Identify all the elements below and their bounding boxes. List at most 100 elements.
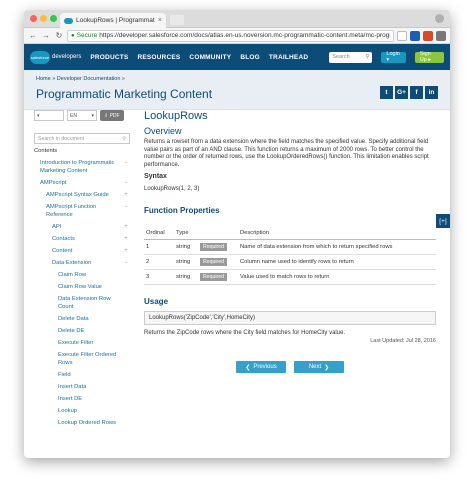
toc-item[interactable]: Delete Data bbox=[34, 315, 130, 323]
salesforce-favicon-icon bbox=[64, 17, 73, 24]
collapse-icon[interactable]: − bbox=[122, 179, 130, 187]
toc-item-label: Field bbox=[58, 372, 71, 378]
toc-item-label: Delete Data bbox=[58, 316, 89, 322]
minimize-window-button[interactable] bbox=[40, 15, 47, 22]
toc-item[interactable]: AMPscript − bbox=[34, 179, 130, 187]
chevron-down-icon: ▾ bbox=[91, 112, 94, 119]
nav-community[interactable]: COMMUNITY bbox=[189, 54, 231, 61]
expand-icon[interactable]: + bbox=[122, 247, 130, 255]
toc-spacer bbox=[122, 419, 130, 427]
table-header-row: Ordinal Type Description bbox=[144, 227, 436, 240]
new-tab-button[interactable] bbox=[170, 15, 184, 25]
nav-trailhead[interactable]: TRAILHEAD bbox=[269, 54, 308, 61]
toc-item-label: Execute Filter bbox=[58, 340, 94, 346]
twitter-icon[interactable]: t bbox=[380, 86, 393, 99]
collapse-icon[interactable]: − bbox=[122, 203, 130, 219]
url-input[interactable]: ● Secure https://developer.salesforce.co… bbox=[67, 29, 394, 42]
previous-button[interactable]: ❮ Previous bbox=[236, 361, 286, 373]
toc-item[interactable]: API + bbox=[34, 223, 130, 231]
table-row: 3 string Required Value used to match rows … bbox=[144, 269, 436, 285]
breadcrumb[interactable]: Home » Developer Documentation » bbox=[36, 76, 125, 82]
account-icon[interactable] bbox=[435, 14, 444, 23]
main-content: LookupRows Overview Returns a rowset fro… bbox=[144, 110, 436, 373]
toc-item[interactable]: Contacts + bbox=[34, 235, 130, 243]
function-properties-heading: Function Properties bbox=[144, 206, 220, 215]
overview-text: Returns a rowset from a data extension w… bbox=[144, 139, 429, 168]
toc-item-label: Lookup bbox=[58, 408, 78, 414]
toc-item[interactable]: Contents bbox=[34, 147, 130, 155]
toc-item[interactable]: Data Extension − bbox=[34, 259, 130, 267]
toc-item[interactable]: Claim Row Value bbox=[34, 283, 130, 291]
toc-spacer bbox=[122, 351, 130, 367]
toc-item[interactable]: Insert DE bbox=[34, 395, 130, 403]
toc-item[interactable]: AMPscript Syntax Guide + bbox=[34, 191, 130, 199]
forward-icon[interactable]: → bbox=[41, 31, 51, 40]
signup-button[interactable]: Sign Up ▸ bbox=[414, 51, 444, 63]
toc-item[interactable]: Insert Data bbox=[34, 383, 130, 391]
star-icon[interactable] bbox=[397, 30, 407, 41]
toc-item[interactable]: Lookup Ordered Rows bbox=[34, 419, 130, 427]
column-header: Description bbox=[238, 227, 436, 240]
toc-item[interactable]: AMPscript Function Reference − bbox=[34, 203, 130, 219]
toc-item[interactable]: Execute Filter Ordered Rows bbox=[34, 351, 130, 367]
toc-item-label: Contents bbox=[34, 148, 58, 154]
maximize-window-button[interactable] bbox=[50, 15, 57, 22]
toc-item-label: Claim Row Value bbox=[58, 284, 103, 290]
collapse-icon[interactable]: − bbox=[122, 259, 130, 267]
badge-cell: Required bbox=[198, 269, 238, 285]
nav-resources[interactable]: RESOURCES bbox=[137, 54, 180, 61]
pdf-button[interactable]: ⇩ PDF bbox=[100, 110, 124, 121]
toc-item-label: Contacts bbox=[52, 236, 75, 242]
extension-icon[interactable] bbox=[423, 30, 433, 41]
nav-products[interactable]: PRODUCTS bbox=[90, 54, 128, 61]
next-button[interactable]: Next ❯ bbox=[294, 361, 344, 373]
menu-icon[interactable] bbox=[436, 30, 446, 41]
close-window-button[interactable] bbox=[30, 15, 37, 22]
browser-tab[interactable]: LookupRows | Programmatic Ma × bbox=[60, 13, 166, 28]
last-updated: Last Updated: Jul 28, 2016 bbox=[370, 338, 436, 344]
toc-item[interactable]: Data Extension Row Count bbox=[34, 295, 130, 311]
version-select[interactable]: ▾ bbox=[34, 110, 64, 121]
ordinal-cell: 3 bbox=[144, 269, 174, 285]
ordinal-cell: 2 bbox=[144, 254, 174, 270]
language-select[interactable]: EN ▾ bbox=[67, 110, 97, 121]
login-button[interactable]: Login ▾ bbox=[381, 51, 406, 63]
language-value: EN bbox=[70, 112, 77, 119]
google-plus-icon[interactable]: G+ bbox=[395, 86, 408, 99]
toc-spacer bbox=[122, 383, 130, 391]
toc-item[interactable]: Field bbox=[34, 371, 130, 379]
header-search-placeholder: Search bbox=[332, 54, 350, 60]
expand-icon[interactable]: + bbox=[122, 191, 130, 199]
toc-item[interactable]: Lookup bbox=[34, 407, 130, 415]
toc-item[interactable]: Claim Row bbox=[34, 271, 130, 279]
nav-blog[interactable]: BLOG bbox=[240, 54, 260, 61]
expand-icon[interactable]: + bbox=[122, 223, 130, 231]
chevron-down-icon: ▾ bbox=[37, 112, 40, 119]
social-links: t G+ f in bbox=[380, 86, 438, 99]
toc-spacer bbox=[122, 271, 130, 279]
extension-icon[interactable] bbox=[410, 30, 420, 41]
required-badge: Required bbox=[200, 273, 228, 281]
toc-spacer bbox=[122, 283, 130, 291]
tab-close-icon[interactable]: × bbox=[158, 17, 162, 24]
toc-item[interactable]: Introduction to Programmatic Marketing C… bbox=[34, 159, 130, 175]
document-search-input[interactable]: Search in document ⚲ bbox=[34, 133, 130, 144]
back-icon[interactable]: ← bbox=[28, 31, 38, 40]
linkedin-icon[interactable]: in bbox=[425, 86, 438, 99]
syntax-text: LookupRows(1, 2, 3) bbox=[144, 186, 200, 192]
salesforce-logo[interactable]: salesforce developers bbox=[30, 50, 81, 64]
toc-item-label: Delete DE bbox=[58, 328, 85, 334]
reload-icon[interactable]: ↻ bbox=[54, 31, 64, 40]
toc-spacer bbox=[122, 339, 130, 347]
expand-icon[interactable]: + bbox=[122, 235, 130, 243]
salesforce-cloud-icon: salesforce bbox=[30, 50, 50, 64]
toc-item[interactable]: Execute Filter bbox=[34, 339, 130, 347]
facebook-icon[interactable]: f bbox=[410, 86, 423, 99]
collapse-icon[interactable]: − bbox=[122, 159, 130, 175]
header-search-input[interactable]: Search ⚲ bbox=[329, 51, 373, 63]
badge-cell: Required bbox=[198, 254, 238, 270]
feedback-icon[interactable]: [+] bbox=[436, 214, 450, 228]
chevron-left-icon: ❮ bbox=[245, 364, 251, 371]
toc-item[interactable]: Delete DE bbox=[34, 327, 130, 335]
toc-item[interactable]: Content + bbox=[34, 247, 130, 255]
